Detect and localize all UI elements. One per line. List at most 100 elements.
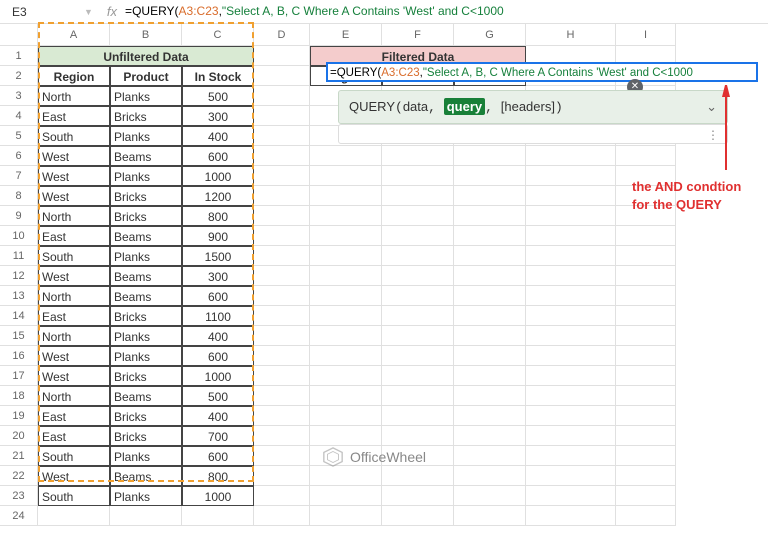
- cell[interactable]: 1000: [182, 366, 254, 386]
- cell[interactable]: [616, 406, 676, 426]
- cell[interactable]: West: [38, 366, 110, 386]
- active-cell-editor[interactable]: =QUERY(A3:C23,"Select A, B, C Where A Co…: [326, 62, 758, 82]
- row-header[interactable]: 9: [0, 206, 38, 226]
- cell[interactable]: Bricks: [110, 366, 182, 386]
- cell[interactable]: Bricks: [110, 186, 182, 206]
- cell[interactable]: 1100: [182, 306, 254, 326]
- column-header[interactable]: B: [110, 24, 182, 46]
- column-header[interactable]: C: [182, 24, 254, 46]
- cell[interactable]: [254, 186, 310, 206]
- cell[interactable]: [110, 506, 182, 526]
- cell[interactable]: [454, 226, 526, 246]
- column-header[interactable]: I: [616, 24, 676, 46]
- row-header[interactable]: 21: [0, 446, 38, 466]
- cell[interactable]: [382, 246, 454, 266]
- cell[interactable]: [382, 326, 454, 346]
- cell[interactable]: [310, 406, 382, 426]
- cell[interactable]: 400: [182, 126, 254, 146]
- cell[interactable]: East: [38, 306, 110, 326]
- cell[interactable]: [454, 326, 526, 346]
- row-header[interactable]: 1: [0, 46, 38, 66]
- cell[interactable]: Beams: [110, 226, 182, 246]
- cell[interactable]: 300: [182, 266, 254, 286]
- cell[interactable]: Planks: [110, 126, 182, 146]
- row-header[interactable]: 12: [0, 266, 38, 286]
- cell[interactable]: [310, 206, 382, 226]
- cell[interactable]: 400: [182, 406, 254, 426]
- row-header[interactable]: 4: [0, 106, 38, 126]
- cell[interactable]: [254, 506, 310, 526]
- cell[interactable]: [454, 446, 526, 466]
- cell[interactable]: West: [38, 166, 110, 186]
- cell[interactable]: 1200: [182, 186, 254, 206]
- cell[interactable]: 400: [182, 326, 254, 346]
- column-header[interactable]: A: [38, 24, 110, 46]
- cell[interactable]: [254, 206, 310, 226]
- row-header[interactable]: 13: [0, 286, 38, 306]
- cell[interactable]: Bricks: [110, 306, 182, 326]
- row-header[interactable]: 17: [0, 366, 38, 386]
- row-header[interactable]: 20: [0, 426, 38, 446]
- cell[interactable]: In Stock: [182, 66, 254, 86]
- cell[interactable]: Planks: [110, 166, 182, 186]
- cell[interactable]: West: [38, 186, 110, 206]
- cell[interactable]: [310, 326, 382, 346]
- cell[interactable]: [616, 366, 676, 386]
- cell[interactable]: [526, 266, 616, 286]
- cell[interactable]: South: [38, 126, 110, 146]
- cell[interactable]: 600: [182, 286, 254, 306]
- cell[interactable]: West: [38, 466, 110, 486]
- cell[interactable]: South: [38, 486, 110, 506]
- cell[interactable]: West: [38, 146, 110, 166]
- cell[interactable]: [454, 366, 526, 386]
- cell[interactable]: [310, 426, 382, 446]
- cell[interactable]: West: [38, 266, 110, 286]
- cell[interactable]: [454, 406, 526, 426]
- cell[interactable]: [310, 466, 382, 486]
- row-header[interactable]: 2: [0, 66, 38, 86]
- cell[interactable]: 500: [182, 386, 254, 406]
- cell[interactable]: 600: [182, 146, 254, 166]
- cell[interactable]: [254, 106, 310, 126]
- cell[interactable]: [526, 146, 616, 166]
- cell[interactable]: [254, 426, 310, 446]
- cell[interactable]: [526, 226, 616, 246]
- cell[interactable]: 500: [182, 86, 254, 106]
- cell[interactable]: [310, 226, 382, 246]
- row-header[interactable]: 5: [0, 126, 38, 146]
- cell[interactable]: Region: [38, 66, 110, 86]
- cell[interactable]: [382, 306, 454, 326]
- cell[interactable]: [382, 506, 454, 526]
- cell[interactable]: [254, 266, 310, 286]
- cell[interactable]: [454, 506, 526, 526]
- cell[interactable]: [382, 166, 454, 186]
- cell[interactable]: 600: [182, 446, 254, 466]
- row-header[interactable]: 22: [0, 466, 38, 486]
- cell[interactable]: Beams: [110, 146, 182, 166]
- cell[interactable]: [526, 166, 616, 186]
- cell[interactable]: 1500: [182, 246, 254, 266]
- cell[interactable]: [526, 446, 616, 466]
- cell[interactable]: [526, 246, 616, 266]
- select-all-corner[interactable]: [0, 24, 38, 46]
- cell[interactable]: [526, 486, 616, 506]
- cell[interactable]: Planks: [110, 326, 182, 346]
- cell[interactable]: [454, 246, 526, 266]
- cell[interactable]: [254, 46, 310, 66]
- cell[interactable]: Bricks: [110, 426, 182, 446]
- cell[interactable]: [254, 66, 310, 86]
- chevron-down-icon[interactable]: ⌄: [706, 99, 717, 115]
- cell[interactable]: East: [38, 406, 110, 426]
- cell[interactable]: Product: [110, 66, 182, 86]
- cell[interactable]: [616, 286, 676, 306]
- cell[interactable]: [254, 446, 310, 466]
- formula-input[interactable]: =QUERY(A3:C23,"Select A, B, C Where A Co…: [125, 4, 504, 19]
- cell[interactable]: West: [38, 346, 110, 366]
- row-header[interactable]: 15: [0, 326, 38, 346]
- cell[interactable]: [616, 306, 676, 326]
- cell[interactable]: Bricks: [110, 406, 182, 426]
- cell[interactable]: [310, 506, 382, 526]
- row-header[interactable]: 19: [0, 406, 38, 426]
- cell[interactable]: [616, 506, 676, 526]
- cell[interactable]: East: [38, 226, 110, 246]
